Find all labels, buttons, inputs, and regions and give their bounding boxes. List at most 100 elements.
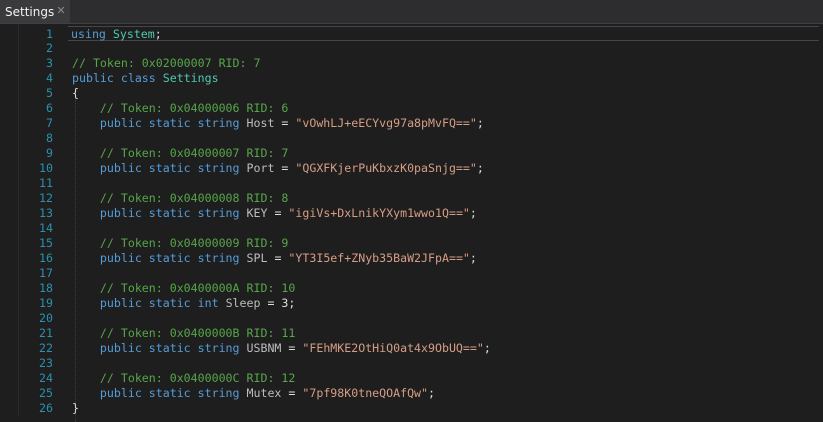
code-line[interactable]: 7 public static string Host = "vOwhLJ+eE…	[0, 116, 823, 131]
token-kw: public static int	[99, 296, 219, 310]
code-line[interactable]: 3 // Token: 0x02000007 RID: 7	[0, 56, 823, 71]
token-st: "QGXFKjerPuKbxzK0paSnjg=="	[295, 161, 477, 175]
token-kw: using	[71, 27, 106, 41]
code-line[interactable]: 25 public static string Mutex = "7pf98K0…	[0, 386, 823, 401]
code-line[interactable]: 16 public static string SPL = "YT3I5ef+Z…	[0, 251, 823, 266]
line-number: 13	[39, 206, 53, 220]
code-line[interactable]: 18 // Token: 0x0400000A RID: 10	[0, 281, 823, 296]
line-number: 10	[39, 161, 53, 175]
line-text: public static string Host = "vOwhLJ+eECY…	[72, 116, 484, 131]
code-line[interactable]: 2	[0, 41, 823, 56]
line-number: 20	[39, 311, 53, 325]
token-cm: // Token: 0x0400000A RID: 10	[99, 281, 296, 295]
code-line[interactable]: 4 public class Settings	[0, 71, 823, 86]
line-number: 18	[39, 281, 53, 295]
code-line[interactable]: 9 // Token: 0x04000007 RID: 7	[0, 146, 823, 161]
token-prop: Host	[246, 116, 275, 130]
token-id	[72, 116, 100, 130]
token-id: =	[281, 386, 303, 400]
token-id: }	[72, 401, 79, 415]
line-text: public static int Sleep = 3;	[72, 296, 295, 311]
line-number: 24	[39, 371, 53, 385]
line-text: public static string KEY = "igiVs+DxLnik…	[72, 206, 477, 221]
token-st: "vOwhLJ+eECYvg97a8pMvFQ=="	[295, 116, 477, 130]
token-id	[219, 296, 226, 310]
token-cm: // Token: 0x04000006 RID: 6	[99, 101, 289, 115]
code-line[interactable]: 10 public static string Port = "QGXFKjer…	[0, 161, 823, 176]
token-st: "7pf98K0tneQOAfQw"	[302, 386, 429, 400]
code-editor[interactable]: 1 using System; 2 3 // Token: 0x02000007 RID…	[0, 24, 823, 422]
line-number: 26	[39, 401, 53, 415]
line-number: 7	[46, 116, 53, 130]
token-kw: public static string	[99, 251, 240, 265]
code-line[interactable]: 12 // Token: 0x04000008 RID: 8	[0, 191, 823, 206]
token-id	[240, 116, 247, 130]
token-id: =	[267, 251, 289, 265]
line-number: 14	[39, 221, 53, 235]
token-cm: // Token: 0x04000009 RID: 9	[99, 236, 289, 250]
line-number: 11	[39, 176, 53, 190]
line-text: public class Settings	[72, 71, 219, 86]
token-prop: Mutex	[246, 386, 282, 400]
code-line[interactable]: 1 using System;	[46, 26, 819, 42]
close-icon[interactable]: ✕	[55, 4, 67, 18]
token-id	[72, 371, 100, 385]
token-ty: System	[112, 27, 155, 41]
token-id	[240, 161, 247, 175]
token-kw: public static string	[99, 116, 240, 130]
line-number: 1	[46, 27, 53, 41]
token-prop: Port	[246, 161, 275, 175]
code-line[interactable]: 6 // Token: 0x04000006 RID: 6	[0, 101, 823, 116]
token-id: ;	[476, 116, 484, 130]
line-text: // Token: 0x0400000A RID: 10	[72, 281, 295, 296]
code-line[interactable]: 23	[0, 356, 823, 371]
line-number: 15	[39, 236, 53, 250]
token-prop: USBNM	[246, 341, 282, 355]
token-id	[72, 251, 100, 265]
token-id	[72, 236, 100, 250]
token-id	[72, 281, 100, 295]
line-number: 19	[39, 296, 53, 310]
token-prop: KEY	[246, 206, 268, 220]
token-id	[72, 146, 100, 160]
line-number: 16	[39, 251, 53, 265]
token-id	[72, 326, 100, 340]
code-line[interactable]: 20	[0, 311, 823, 326]
code-line[interactable]: 5{	[0, 86, 823, 101]
code-line[interactable]: 13 public static string KEY = "igiVs+DxL…	[0, 206, 823, 221]
line-text: using System;	[71, 27, 162, 42]
token-cm: // Token: 0x02000007 RID: 7	[72, 56, 261, 70]
token-id	[72, 206, 100, 220]
token-cm: // Token: 0x0400000B RID: 11	[99, 326, 296, 340]
token-id: {	[72, 86, 79, 100]
token-kw: public static string	[99, 386, 240, 400]
code-line[interactable]: 21 // Token: 0x0400000B RID: 11	[0, 326, 823, 341]
token-id: ;	[428, 386, 435, 400]
line-number: 22	[39, 341, 53, 355]
line-number: 8	[46, 131, 53, 145]
token-kw: public static string	[99, 161, 240, 175]
code-line[interactable]: 15 // Token: 0x04000009 RID: 9	[0, 236, 823, 251]
line-number: 17	[39, 266, 53, 280]
code-line[interactable]: 26}	[0, 401, 823, 416]
code-line[interactable]: 19 public static int Sleep = 3;	[0, 296, 823, 311]
line-number: 2	[46, 41, 53, 55]
code-line[interactable]: 24 // Token: 0x0400000C RID: 12	[0, 371, 823, 386]
line-number: 3	[46, 56, 53, 70]
token-kw: public static string	[99, 206, 240, 220]
token-kw: public static string	[99, 341, 240, 355]
token-id: ;	[469, 251, 477, 265]
token-id: ;	[476, 161, 484, 175]
token-id	[72, 341, 100, 355]
tab-settings[interactable]: Settings ✕	[0, 0, 70, 23]
line-number: 4	[46, 71, 53, 85]
code-line[interactable]: 8	[0, 131, 823, 146]
token-cm: // Token: 0x04000008 RID: 8	[99, 191, 289, 205]
code-line[interactable]: 14	[0, 221, 823, 236]
code-line[interactable]: 17	[0, 266, 823, 281]
token-st: "FEhMKE2OtHiQ0at4x9ObUQ=="	[302, 341, 484, 355]
code-line[interactable]: 11	[0, 176, 823, 191]
token-cls: Settings	[162, 71, 219, 85]
code-line[interactable]: 22 public static string USBNM = "FEhMKE2…	[0, 341, 823, 356]
line-number: 25	[39, 386, 53, 400]
